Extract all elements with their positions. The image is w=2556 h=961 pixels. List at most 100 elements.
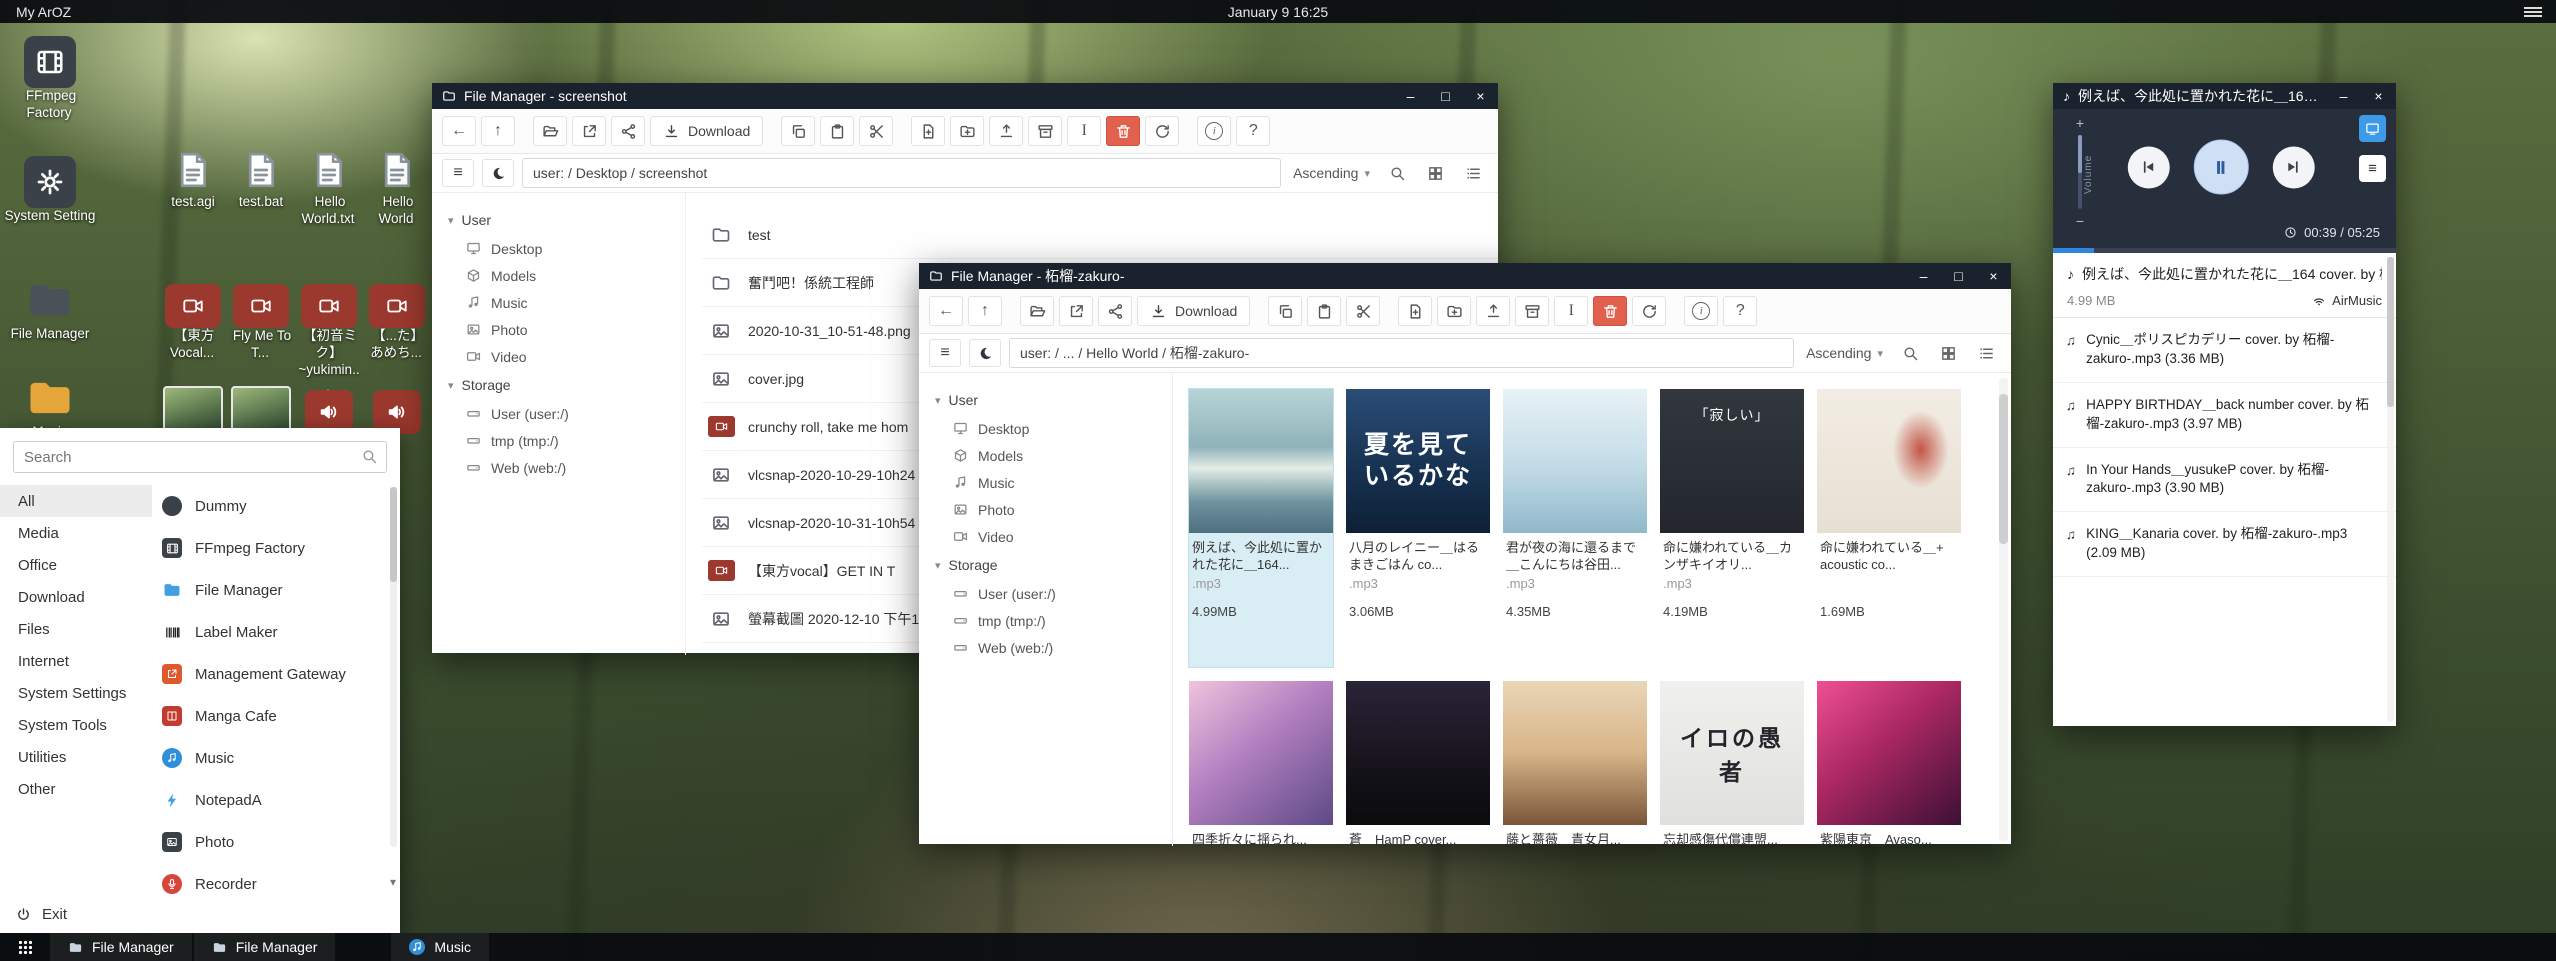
desktop-file-video-1[interactable]: 【東方Vocal... (160, 270, 226, 362)
player-minimize-button[interactable]: – (2330, 88, 2357, 104)
sidebar-item-photo[interactable]: Photo (432, 316, 685, 343)
category-system-settings[interactable]: System Settings (0, 677, 152, 709)
rename-button[interactable]: I (1067, 116, 1101, 146)
desktop-icon-system-setting[interactable]: System Setting (2, 150, 98, 225)
rename-button[interactable]: I (1554, 296, 1588, 326)
desktop-file-hello-world-txt[interactable]: Hello World.txt (296, 136, 362, 228)
sidebar-item-music[interactable]: Music (919, 469, 1172, 496)
desktop-file-audio-2[interactable] (364, 376, 430, 434)
desktop-file-test-agi[interactable]: test.agi (160, 136, 226, 211)
w2-breadcrumb[interactable]: user: / ... / Hello World / 柘榴-zakuro- (1009, 338, 1794, 368)
help-button[interactable]: ? (1723, 296, 1757, 326)
w1-maximize-button[interactable]: □ (1432, 88, 1459, 104)
sidebar-item-models[interactable]: Models (432, 262, 685, 289)
upload-button[interactable] (1476, 296, 1510, 326)
grid-item[interactable]: 命に嫌われている＿+ acoustic co... 1.69MB (1817, 389, 1961, 667)
new-file-button[interactable] (911, 116, 945, 146)
cast-button[interactable] (2359, 115, 2386, 142)
grid-item[interactable]: イロの愚者 忘却感傷代償連盟... (1660, 681, 1804, 846)
grid-item[interactable]: 蒼＿HamP cover... (1346, 681, 1490, 846)
w2-maximize-button[interactable]: □ (1945, 268, 1972, 284)
app-item-dummy[interactable]: Dummy (152, 485, 400, 527)
desktop-file-image-2[interactable] (228, 376, 294, 434)
app-item-recorder[interactable]: Recorder (152, 863, 400, 895)
previous-track-button[interactable] (2127, 146, 2169, 188)
category-office[interactable]: Office (0, 549, 152, 581)
w1-breadcrumb[interactable]: user: / Desktop / screenshot (522, 158, 1281, 188)
next-track-button[interactable] (2272, 146, 2314, 188)
new-folder-button[interactable] (1437, 296, 1471, 326)
app-item-manga-cafe[interactable]: Manga Cafe (152, 695, 400, 737)
file-row[interactable]: test (702, 211, 1498, 259)
grid-item[interactable]: 君が夜の海に還るまで＿こんにちは谷田... .mp3 4.35MB (1503, 389, 1647, 667)
open-external-button[interactable] (572, 116, 606, 146)
exit-button[interactable]: Exit (0, 895, 400, 933)
sidebar-group-storage[interactable]: ▾Storage (919, 550, 1172, 580)
desktop-file-image-1[interactable] (160, 376, 226, 434)
theme-moon-button[interactable] (482, 159, 514, 187)
volume-slider[interactable]: + Volume − (2069, 115, 2091, 229)
download-button[interactable]: Download (650, 116, 763, 146)
theme-moon-button[interactable] (969, 339, 1001, 367)
scrollbar-thumb[interactable] (1999, 394, 2008, 544)
copy-button[interactable] (1268, 296, 1302, 326)
new-folder-button[interactable] (950, 116, 984, 146)
paste-button[interactable] (1307, 296, 1341, 326)
app-item-photo[interactable]: Photo (152, 821, 400, 863)
sidebar-item-tmp-drive[interactable]: tmp (tmp:/) (919, 607, 1172, 634)
app-item-music[interactable]: Music (152, 737, 400, 779)
app-launcher-button[interactable] (0, 933, 50, 961)
app-item-file-manager[interactable]: File Manager (152, 569, 400, 611)
category-internet[interactable]: Internet (0, 645, 152, 677)
share-button[interactable] (611, 116, 645, 146)
scrollbar[interactable] (2387, 257, 2394, 722)
sidebar-item-video[interactable]: Video (919, 523, 1172, 550)
search-button[interactable] (1895, 340, 1925, 366)
grid-view-button[interactable] (1420, 160, 1450, 186)
desktop-icon-file-manager[interactable]: File Manager (2, 268, 98, 343)
volume-up-icon[interactable]: + (2076, 115, 2084, 131)
sidebar-toggle-button[interactable]: ≡ (442, 159, 474, 187)
sidebar-item-user-drive[interactable]: User (user:/) (919, 580, 1172, 607)
refresh-button[interactable] (1145, 116, 1179, 146)
archive-button[interactable] (1028, 116, 1062, 146)
desktop-file-audio-1[interactable] (296, 376, 362, 434)
player-titlebar[interactable]: ♪ 例えば、今此処に置かれた花に＿164 c... – × (2053, 83, 2396, 109)
sidebar-group-user[interactable]: ▾User (919, 385, 1172, 415)
w1-close-button[interactable]: × (1467, 88, 1494, 104)
playlist-item[interactable]: ♫Cynic＿ポリスピカデリー cover. by 柘榴-zakuro-.mp3… (2053, 318, 2396, 383)
sidebar-item-desktop[interactable]: Desktop (432, 235, 685, 262)
grid-item[interactable]: 紫陽東京＿Avaso... (1817, 681, 1961, 846)
list-view-button[interactable] (1458, 160, 1488, 186)
list-view-button[interactable] (1971, 340, 2001, 366)
topbar-menu-icon[interactable] (2524, 5, 2542, 19)
desktop-file-video-2[interactable]: Fly Me To T... (228, 270, 294, 362)
category-download[interactable]: Download (0, 581, 152, 613)
up-button[interactable]: ↑ (968, 296, 1002, 326)
sidebar-item-user-drive[interactable]: User (user:/) (432, 400, 685, 427)
copy-button[interactable] (781, 116, 815, 146)
search-input[interactable] (13, 441, 387, 473)
scrollbar-thumb[interactable] (390, 487, 397, 582)
sort-dropdown[interactable]: Ascending▾ (1293, 165, 1370, 181)
grid-item-selected[interactable]: 例えば、今此処に置かれた花に＿164... .mp3 4.99MB (1189, 389, 1333, 667)
scrollbar[interactable] (390, 487, 397, 847)
grid-view-button[interactable] (1933, 340, 1963, 366)
pause-button[interactable] (2193, 140, 2248, 195)
open-external-button[interactable] (1059, 296, 1093, 326)
search-button[interactable] (1382, 160, 1412, 186)
sort-dropdown[interactable]: Ascending▾ (1806, 345, 1883, 361)
share-button[interactable] (1098, 296, 1132, 326)
new-file-button[interactable] (1398, 296, 1432, 326)
w2-titlebar[interactable]: File Manager - 柘榴-zakuro- – □ × (919, 263, 2011, 289)
sidebar-item-video[interactable]: Video (432, 343, 685, 370)
app-item-management-gateway[interactable]: Management Gateway (152, 653, 400, 695)
scrollbar-thumb[interactable] (2387, 257, 2394, 407)
category-utilities[interactable]: Utilities (0, 741, 152, 773)
scroll-down-icon[interactable]: ▾ (390, 875, 396, 889)
desktop-file-video-4[interactable]: 【...た】あめち... (364, 270, 430, 362)
desktop-icon-ffmpeg-factory[interactable]: FFmpeg Factory (2, 30, 98, 122)
properties-button[interactable]: i (1197, 116, 1231, 146)
download-button[interactable]: Download (1137, 296, 1250, 326)
playlist-item[interactable]: ♫In Your Hands＿yusukeP cover. by 柘榴-zaku… (2053, 448, 2396, 513)
